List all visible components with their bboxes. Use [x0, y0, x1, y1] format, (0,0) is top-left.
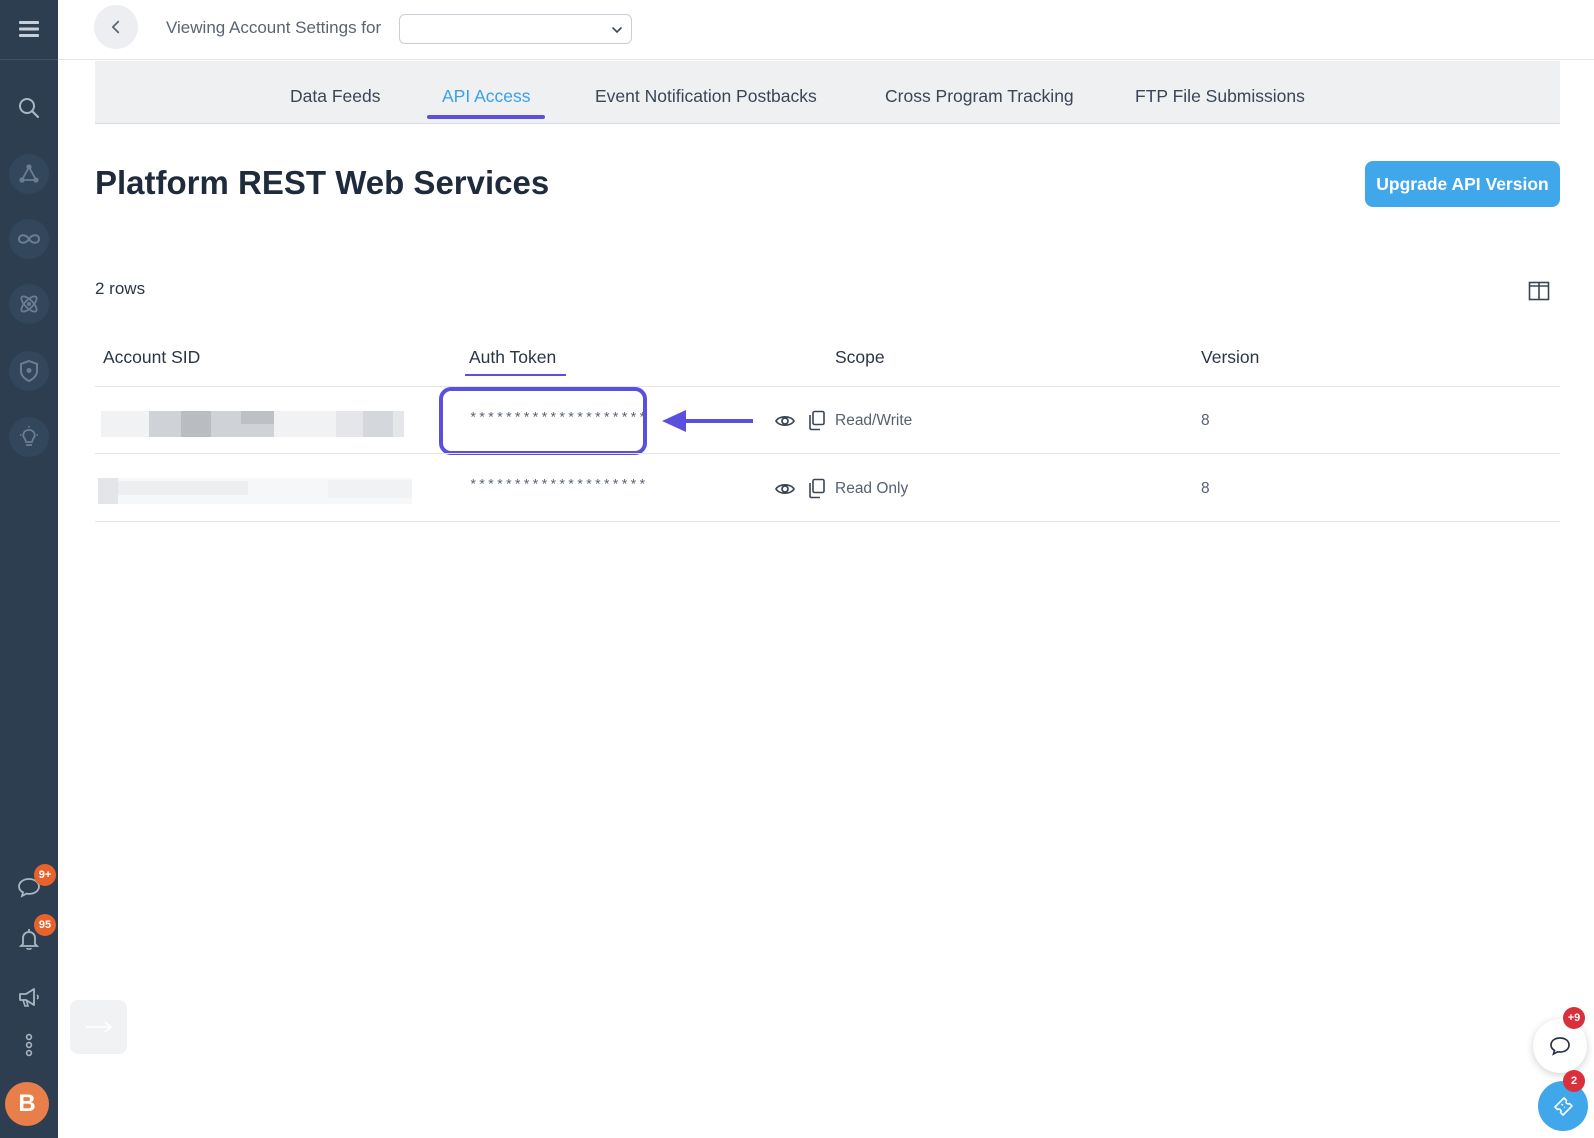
eye-icon[interactable] — [774, 410, 796, 432]
chevron-down-icon — [612, 27, 622, 34]
arrow-right-icon — [85, 1021, 112, 1033]
more-vertical-icon[interactable] — [9, 1025, 49, 1065]
chat-bubble-icon — [1550, 1037, 1570, 1056]
column-header-account-sid[interactable]: Account SID — [103, 347, 200, 368]
column-header-auth-token[interactable]: Auth Token — [469, 347, 556, 368]
ticket-icon — [1554, 1097, 1573, 1116]
ticket-widget-badge: 2 — [1563, 1070, 1585, 1092]
tab-api-access[interactable]: API Access — [442, 86, 531, 107]
page-title: Platform REST Web Services — [95, 164, 550, 201]
tab-ftp-file-submissions[interactable]: FTP File Submissions — [1135, 86, 1305, 107]
infinity-icon[interactable] — [9, 219, 49, 259]
sidebar-header — [0, 0, 58, 60]
row-divider — [95, 521, 1560, 522]
redacted-account-sid — [101, 411, 404, 437]
eye-icon[interactable] — [774, 478, 796, 500]
auth-token-highlight — [439, 387, 647, 455]
columns-icon[interactable] — [1527, 279, 1551, 303]
viewing-account-label: Viewing Account Settings for — [166, 18, 382, 37]
copy-icon[interactable] — [806, 409, 828, 431]
scope-value: Read/Write — [835, 412, 913, 429]
arrow-left-icon — [662, 410, 753, 432]
megaphone-icon[interactable] — [9, 977, 49, 1017]
settings-tabs: Data Feeds API Access Event Notification… — [95, 61, 1560, 124]
back-button[interactable] — [94, 5, 138, 49]
sorted-column-indicator — [465, 374, 566, 376]
app-window: 9+ 95 B Viewing Account Settings for Dat… — [0, 0, 1594, 1138]
lightbulb-icon[interactable] — [9, 417, 49, 457]
version-value: 8 — [1201, 412, 1210, 429]
atom-icon[interactable] — [9, 284, 49, 324]
menu-icon[interactable] — [9, 9, 49, 49]
tab-data-feeds[interactable]: Data Feeds — [290, 86, 380, 107]
bell-badge: 95 — [34, 914, 56, 936]
rows-count: 2 rows — [95, 279, 146, 298]
column-header-scope[interactable]: Scope — [835, 347, 885, 368]
chat-widget-badge: +9 — [1563, 1007, 1585, 1029]
search-icon[interactable] — [9, 88, 49, 128]
shield-icon[interactable] — [9, 351, 49, 391]
chat-badge: 9+ — [34, 864, 56, 886]
chevron-left-icon — [111, 20, 120, 34]
scope-value: Read Only — [835, 480, 909, 497]
tab-event-notification-postbacks[interactable]: Event Notification Postbacks — [595, 86, 817, 107]
tab-cross-program-tracking[interactable]: Cross Program Tracking — [885, 86, 1074, 107]
table-header-divider — [95, 386, 1560, 387]
redacted-account-sid — [98, 478, 412, 504]
row-divider — [95, 453, 1560, 454]
account-select[interactable] — [399, 14, 632, 44]
column-header-version[interactable]: Version — [1201, 347, 1259, 368]
active-tab-indicator — [427, 115, 545, 119]
topbar: Viewing Account Settings for — [58, 0, 1594, 60]
expand-sidebar-button[interactable] — [70, 1000, 127, 1054]
version-value: 8 — [1201, 480, 1210, 497]
network-icon[interactable] — [9, 154, 49, 194]
sidebar: 9+ 95 B — [0, 0, 58, 1138]
upgrade-api-version-button[interactable]: Upgrade API Version — [1365, 161, 1560, 207]
auth-token-value: ******************** — [469, 478, 648, 494]
copy-icon[interactable] — [806, 477, 828, 499]
avatar[interactable]: B — [5, 1082, 49, 1126]
